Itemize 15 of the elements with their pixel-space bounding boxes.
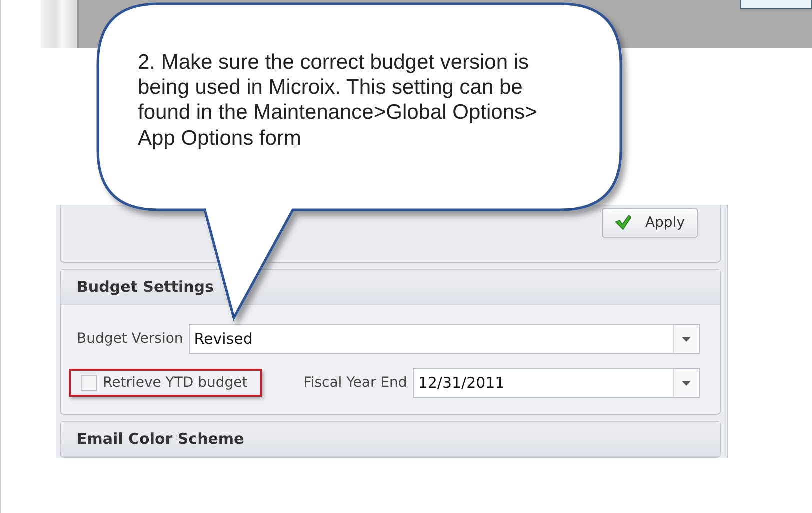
- field-label: Budget Version: [77, 331, 184, 347]
- checkbox[interactable]: [81, 375, 97, 391]
- callout-text: 2. Make sure the correct budget version is being used in Microix. This setting can be found in the Maintenance>Global Options> App Options form: [138, 50, 538, 151]
- dropdown-arrow-icon: [682, 336, 691, 342]
- fiscal-year-end-dropdown[interactable]: 12/31/2011: [413, 368, 700, 398]
- dropdown-arrow-icon: [682, 380, 691, 386]
- field-label: Fiscal Year End: [304, 375, 408, 391]
- checkbox-label: Retrieve YTD budget: [103, 375, 248, 391]
- panel-corner: [740, 0, 812, 9]
- apply-button[interactable]: Apply: [602, 208, 698, 238]
- budget-version-dropdown[interactable]: Revised: [189, 324, 700, 354]
- group-title: Budget Settings: [77, 278, 214, 296]
- group-title: Email Color Scheme: [77, 430, 244, 448]
- check-icon: [615, 214, 632, 232]
- window-edge: [41, 0, 79, 48]
